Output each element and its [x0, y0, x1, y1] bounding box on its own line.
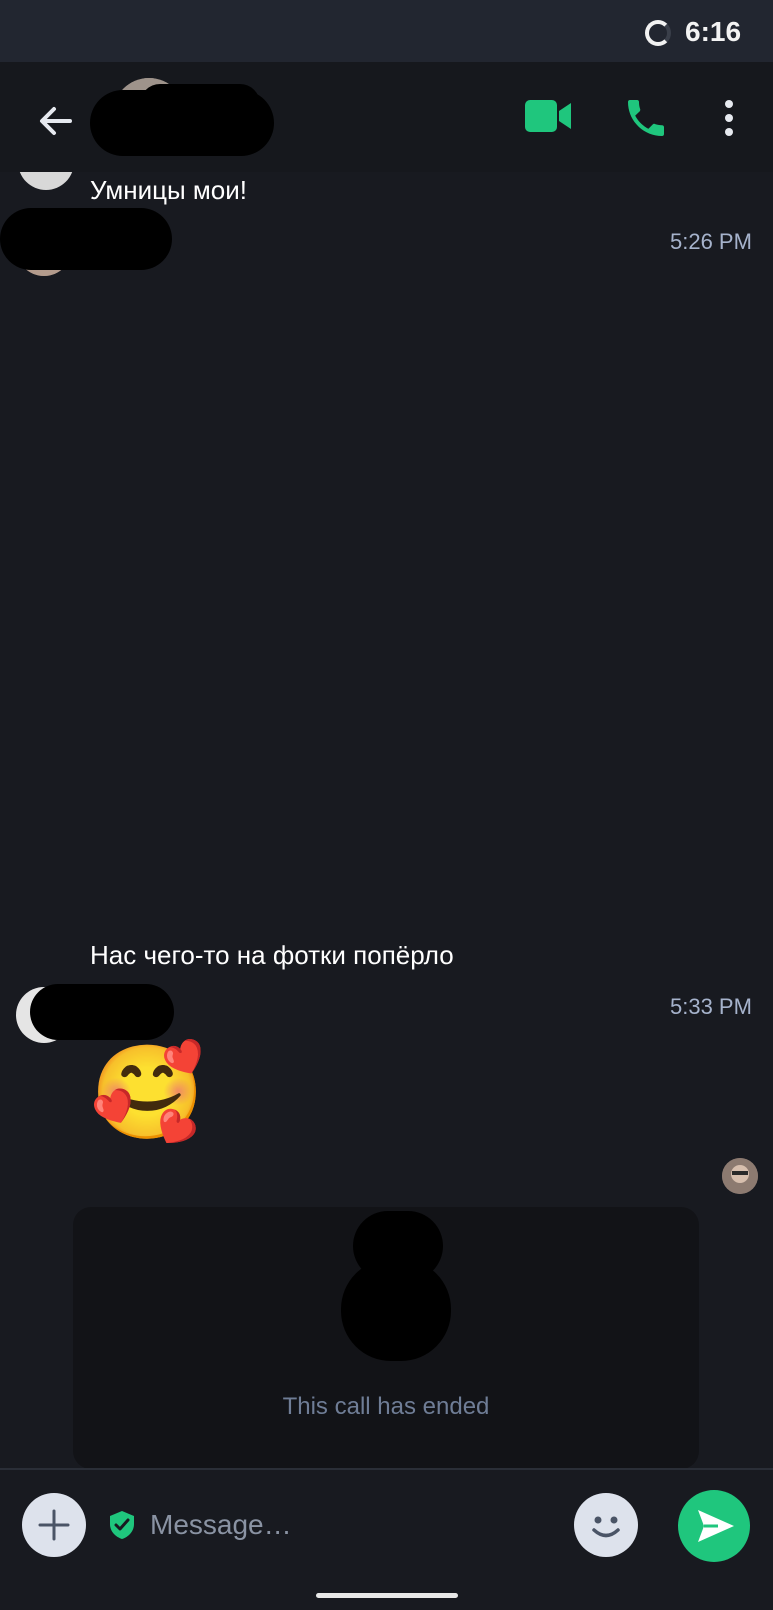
plus-icon	[38, 1509, 70, 1541]
arrow-left-icon	[40, 107, 72, 135]
sender-avatar[interactable]	[18, 172, 74, 190]
video-call-button[interactable]	[521, 94, 575, 138]
call-status-text: This call has ended	[282, 1393, 490, 1420]
chat-header	[0, 62, 773, 172]
status-bar: 6:16	[0, 0, 773, 62]
video-camera-icon	[525, 100, 571, 132]
emoji-picker-button[interactable]	[574, 1493, 638, 1557]
back-button[interactable]	[32, 96, 82, 146]
more-options-button[interactable]	[712, 96, 746, 140]
redaction-mark	[341, 1259, 451, 1361]
message-input[interactable]	[150, 1500, 550, 1550]
send-icon	[698, 1510, 734, 1542]
add-attachment-button[interactable]	[22, 1493, 86, 1557]
phone-icon	[628, 100, 664, 136]
smiley-icon	[592, 1516, 620, 1538]
sync-icon	[645, 20, 671, 46]
message-text: Нас чего-то на фотки попёрло	[90, 940, 454, 970]
message-list[interactable]: Умницы мои! 5:26 PM Нас чего-то на фотки…	[0, 172, 773, 1468]
message-timestamp: 5:26 PM	[670, 229, 752, 254]
avatar-photo	[722, 1158, 758, 1194]
system-navigation-bar	[0, 1578, 773, 1610]
status-time: 6:16	[685, 16, 742, 47]
call-ended-card[interactable]: This call has ended	[73, 1207, 699, 1468]
message-text: Умницы мои!	[90, 175, 247, 205]
redacted-sender-name	[0, 208, 172, 270]
read-receipt-avatar	[722, 1158, 758, 1194]
redaction-mark	[140, 84, 260, 124]
more-vertical-icon	[725, 100, 733, 136]
send-button[interactable]	[678, 1490, 750, 1562]
message-composer	[0, 1468, 773, 1578]
shield-check-icon	[109, 1510, 135, 1540]
redacted-sender-name	[30, 984, 174, 1040]
emoji-message: 🥰	[90, 1042, 205, 1144]
voice-call-button[interactable]	[622, 94, 670, 142]
message-timestamp: 5:33 PM	[670, 994, 752, 1019]
home-gesture-handle[interactable]	[316, 1593, 458, 1598]
